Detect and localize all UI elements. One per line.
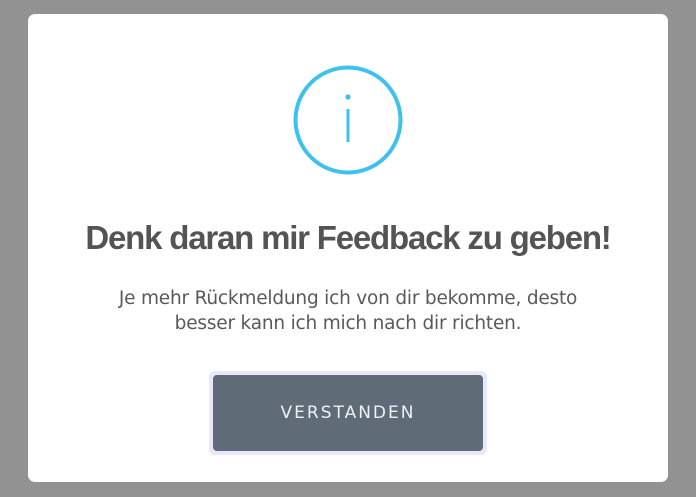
dialog-title: Denk daran mir Feedback zu geben! (85, 219, 611, 256)
info-circle-icon (292, 64, 404, 176)
info-dialog: Denk daran mir Feedback zu geben! Je meh… (28, 14, 668, 482)
dialog-message: Je mehr Rückmeldung ich von dir bekomme,… (118, 288, 578, 334)
confirm-button[interactable]: VERSTANDEN (213, 375, 483, 451)
